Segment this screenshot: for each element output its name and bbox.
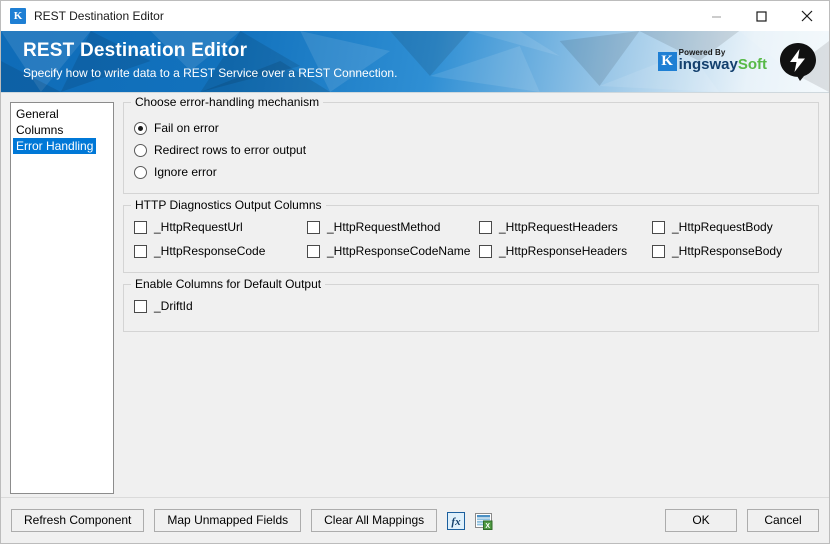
kingswaysoft-k-icon: K	[10, 8, 26, 24]
checkbox-http-response-body-label: _HttpResponseBody	[672, 244, 783, 258]
banner-title: REST Destination Editor	[23, 40, 248, 61]
checkbox-http-request-method[interactable]: _HttpRequestMethod	[307, 218, 479, 236]
brand-name-first: ingsway	[678, 56, 738, 73]
footer-left-actions: Refresh Component Map Unmapped Fields Cl…	[11, 509, 493, 532]
minimize-icon[interactable]	[694, 1, 739, 31]
svg-text:X: X	[486, 523, 491, 530]
refresh-component-button[interactable]: Refresh Component	[11, 509, 145, 532]
checkbox-drift-id[interactable]: _DriftId	[134, 297, 808, 315]
checkbox-http-response-code-label: _HttpResponseCode	[154, 244, 266, 258]
radio-fail-on-error-indicator[interactable]	[134, 121, 147, 135]
cancel-button[interactable]: Cancel	[747, 509, 819, 532]
nav-row: Columns	[11, 122, 113, 138]
checkbox-http-request-method-box[interactable]	[307, 220, 320, 234]
checkbox-http-response-code-name[interactable]: _HttpResponseCodeName	[307, 242, 479, 260]
checkbox-http-response-body[interactable]: _HttpResponseBody	[652, 242, 808, 260]
main-content: General Columns Error Handling Choose er…	[1, 93, 829, 497]
checkbox-http-request-url-box[interactable]	[134, 220, 147, 234]
http-diagnostics-group: HTTP Diagnostics Output Columns _HttpReq…	[123, 198, 819, 273]
checkbox-http-request-body-box[interactable]	[652, 220, 665, 234]
checkbox-drift-id-label: _DriftId	[154, 299, 193, 313]
checkbox-http-response-headers[interactable]: _HttpResponseHeaders	[479, 242, 652, 260]
http-diagnostics-legend: HTTP Diagnostics Output Columns	[131, 198, 326, 212]
checkbox-http-response-code[interactable]: _HttpResponseCode	[134, 242, 307, 260]
brand-wordmark: Powered By ingswaySoft	[679, 48, 767, 72]
default-output-group: Enable Columns for Default Output _Drift…	[123, 277, 819, 332]
nav-row: General	[11, 106, 113, 122]
maximize-icon[interactable]	[739, 1, 784, 31]
checkbox-http-request-method-label: _HttpRequestMethod	[327, 220, 441, 234]
close-icon[interactable]	[784, 1, 829, 31]
radio-ignore-error[interactable]: Ignore error	[134, 161, 808, 183]
rest-destination-editor-window: K REST Destination Editor REST Destinati…	[0, 0, 830, 544]
default-output-body: _DriftId	[124, 285, 818, 325]
checkbox-drift-id-box[interactable]	[134, 299, 147, 313]
map-unmapped-fields-button[interactable]: Map Unmapped Fields	[154, 509, 302, 532]
footer-right-actions: OK Cancel	[665, 509, 819, 532]
http-diagnostics-body: _HttpRequestUrl _HttpRequestMethod _Http…	[124, 206, 818, 270]
error-handling-legend: Choose error-handling mechanism	[131, 95, 324, 109]
checkbox-http-response-headers-box[interactable]	[479, 244, 492, 258]
checkbox-http-request-body[interactable]: _HttpRequestBody	[652, 218, 808, 236]
title-bar: K REST Destination Editor	[1, 1, 829, 31]
footer-bar: Refresh Component Map Unmapped Fields Cl…	[1, 497, 829, 543]
radio-ignore-error-label: Ignore error	[154, 165, 217, 179]
clear-all-mappings-button[interactable]: Clear All Mappings	[311, 509, 438, 532]
checkbox-http-request-headers-box[interactable]	[479, 220, 492, 234]
sidebar-item-general[interactable]: General	[13, 106, 62, 122]
default-output-legend: Enable Columns for Default Output	[131, 277, 326, 291]
checkbox-http-response-code-name-box[interactable]	[307, 244, 320, 258]
brand-name: ingswaySoft	[679, 57, 767, 72]
radio-redirect-rows-indicator[interactable]	[134, 143, 147, 157]
radio-fail-on-error[interactable]: Fail on error	[134, 117, 808, 139]
svg-text:fx: fx	[452, 516, 462, 528]
checkbox-http-response-headers-label: _HttpResponseHeaders	[499, 244, 628, 258]
sidebar-item-error-handling[interactable]: Error Handling	[13, 138, 97, 154]
radio-redirect-rows[interactable]: Redirect rows to error output	[134, 139, 808, 161]
checkbox-http-request-url-label: _HttpRequestUrl	[154, 220, 243, 234]
window-controls	[694, 1, 829, 31]
kingswaysoft-logo: K Powered By ingswaySoft	[657, 48, 767, 72]
banner-subtitle: Specify how to write data to a REST Serv…	[23, 66, 398, 80]
sidebar-item-columns[interactable]: Columns	[13, 122, 66, 138]
radio-ignore-error-indicator[interactable]	[134, 165, 147, 179]
banner-text: REST Destination Editor Specify how to w…	[23, 39, 397, 82]
brand-name-second: Soft	[737, 56, 767, 73]
checkbox-http-response-body-box[interactable]	[652, 244, 665, 258]
radio-fail-on-error-label: Fail on error	[154, 121, 219, 135]
header-banner: REST Destination Editor Specify how to w…	[1, 31, 829, 93]
checkbox-http-request-url[interactable]: _HttpRequestUrl	[134, 218, 307, 236]
lightning-bolt-icon	[780, 43, 816, 84]
checkbox-http-request-headers-label: _HttpRequestHeaders	[499, 220, 618, 234]
fx-expression-icon[interactable]: fx	[447, 511, 466, 530]
error-handling-group: Choose error-handling mechanism Fail on …	[123, 95, 819, 194]
http-diagnostics-grid: _HttpRequestUrl _HttpRequestMethod _Http…	[134, 218, 808, 260]
window-title: REST Destination Editor	[34, 9, 164, 23]
error-handling-body: Fail on error Redirect rows to error out…	[124, 103, 818, 193]
nav-row: Error Handling	[11, 138, 113, 154]
settings-panel: Choose error-handling mechanism Fail on …	[123, 95, 819, 497]
brand-k-badge-icon: K	[657, 52, 677, 71]
radio-redirect-rows-label: Redirect rows to error output	[154, 143, 307, 157]
export-grid-icon[interactable]: X	[475, 512, 493, 530]
checkbox-http-response-code-box[interactable]	[134, 244, 147, 258]
checkbox-http-request-body-label: _HttpRequestBody	[672, 220, 773, 234]
section-list[interactable]: General Columns Error Handling	[10, 102, 114, 494]
checkbox-http-response-code-name-label: _HttpResponseCodeName	[327, 244, 471, 258]
ok-button[interactable]: OK	[665, 509, 737, 532]
checkbox-http-request-headers[interactable]: _HttpRequestHeaders	[479, 218, 652, 236]
